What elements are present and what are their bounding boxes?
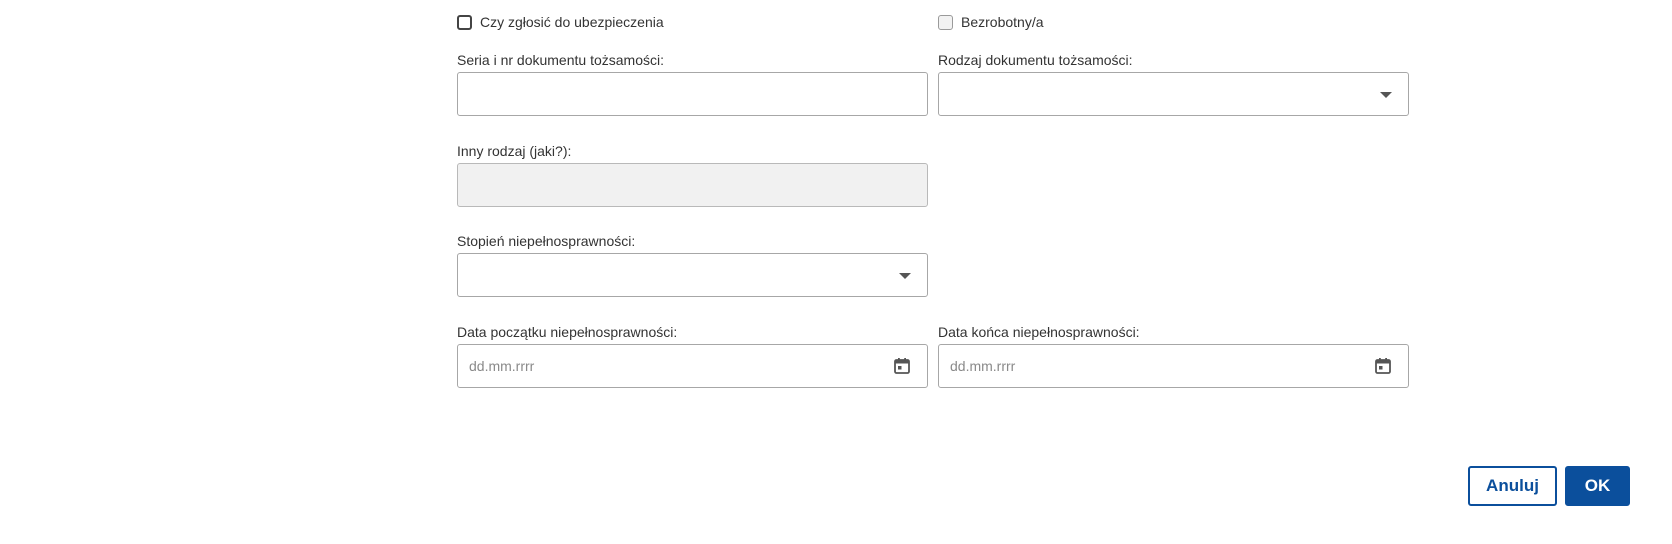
calendar-icon[interactable] bbox=[1374, 357, 1392, 375]
disability-start-label: Data początku niepełnosprawności: bbox=[457, 324, 678, 340]
other-type-label: Inny rodzaj (jaki?): bbox=[457, 143, 572, 159]
id-number-field[interactable] bbox=[457, 72, 928, 116]
unemployed-checkbox-label: Bezrobotny/a bbox=[961, 14, 1044, 30]
ok-button[interactable]: OK bbox=[1565, 466, 1630, 506]
disability-end-field[interactable] bbox=[938, 344, 1409, 388]
insurance-checkbox[interactable] bbox=[457, 14, 472, 30]
other-type-input bbox=[458, 164, 927, 206]
insurance-checkbox-row[interactable]: Czy zgłosić do ubezpieczenia bbox=[457, 13, 664, 31]
unemployed-checkbox[interactable] bbox=[938, 14, 953, 30]
disability-degree-select[interactable] bbox=[457, 253, 928, 297]
insurance-checkbox-label: Czy zgłosić do ubezpieczenia bbox=[480, 14, 664, 30]
disability-end-input[interactable] bbox=[939, 345, 1408, 387]
form-dialog: Czy zgłosić do ubezpieczenia Bezrobotny/… bbox=[0, 0, 1672, 544]
id-type-select[interactable] bbox=[938, 72, 1409, 116]
chevron-down-icon[interactable] bbox=[899, 273, 911, 279]
disability-start-input[interactable] bbox=[458, 345, 927, 387]
id-number-input[interactable] bbox=[458, 73, 927, 115]
disability-start-field[interactable] bbox=[457, 344, 928, 388]
calendar-icon[interactable] bbox=[893, 357, 911, 375]
other-type-field bbox=[457, 163, 928, 207]
chevron-down-icon[interactable] bbox=[1380, 92, 1392, 98]
disability-end-label: Data końca niepełnosprawności: bbox=[938, 324, 1140, 340]
id-number-label: Seria i nr dokumentu tożsamości: bbox=[457, 52, 664, 68]
disability-degree-label: Stopień niepełnosprawności: bbox=[457, 233, 636, 249]
cancel-button[interactable]: Anuluj bbox=[1468, 466, 1557, 506]
id-type-label: Rodzaj dokumentu tożsamości: bbox=[938, 52, 1133, 68]
unemployed-checkbox-row[interactable]: Bezrobotny/a bbox=[938, 13, 1044, 31]
